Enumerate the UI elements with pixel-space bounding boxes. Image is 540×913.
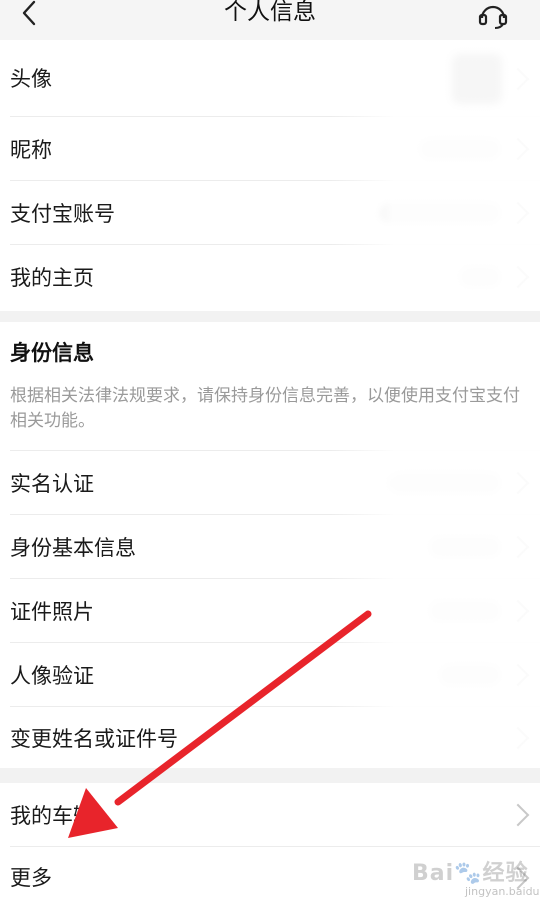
more-section: 我的车辆 更多 <box>0 783 540 913</box>
identity-section: 身份信息 根据相关法律法规要求，请保持身份信息完善，以便使用支付宝支付相关功能。… <box>0 322 540 768</box>
identity-title: 身份信息 <box>10 341 94 365</box>
profile-section: 头像 昵称 支付宝账号 我的主页 <box>0 40 540 311</box>
watermark-sub: jingyan.baidu.com <box>465 885 540 898</box>
more-label: 更多 <box>10 866 52 890</box>
chevron-right-icon <box>506 803 530 827</box>
customer-service-button[interactable] <box>476 0 510 30</box>
alipay-account-label: 支付宝账号 <box>10 201 115 226</box>
my-vehicle-label: 我的车辆 <box>10 803 94 828</box>
real-name-auth-label: 实名认证 <box>10 471 94 496</box>
change-name-id-label: 变更姓名或证件号 <box>10 726 178 751</box>
headset-icon <box>478 5 508 29</box>
face-verification-label: 人像验证 <box>10 663 94 688</box>
avatar-label: 头像 <box>10 67 52 91</box>
blur-overlay <box>330 432 540 768</box>
identity-basic-info-label: 身份基本信息 <box>10 535 136 560</box>
nickname-label: 昵称 <box>10 137 52 162</box>
identity-description: 根据相关法律法规要求，请保持身份信息完善，以便使用支付宝支付相关功能。 <box>10 386 520 431</box>
blur-overlay <box>330 40 540 311</box>
my-vehicle-row[interactable]: 我的车辆 <box>0 783 540 846</box>
my-homepage-label: 我的主页 <box>10 265 94 290</box>
watermark: Bai🐾经验 <box>412 861 529 886</box>
page-title: 个人信息 <box>224 0 316 25</box>
id-photo-label: 证件照片 <box>10 599 94 624</box>
nav-header: 个人信息 <box>0 0 540 40</box>
